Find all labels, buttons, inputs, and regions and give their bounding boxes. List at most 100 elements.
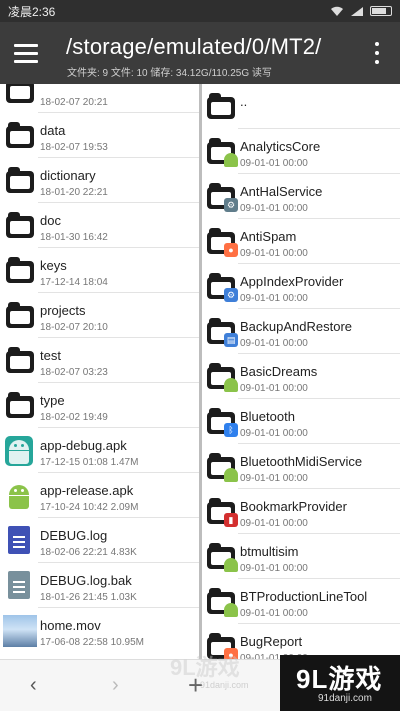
list-item[interactable]: ᛒ Bluetooth 09-01-01 00:00 bbox=[202, 399, 400, 444]
item-name: projects bbox=[40, 303, 86, 318]
item-meta: 09-01-01 00:00 bbox=[240, 608, 308, 619]
path-info: 文件夹: 9 文件: 10 储存: 34.12G/110.25G 读写 bbox=[67, 68, 272, 79]
list-item[interactable]: data 18-02-07 19:53 bbox=[0, 113, 199, 158]
list-item[interactable]: BasicDreams 09-01-01 00:00 bbox=[202, 354, 400, 399]
android-badge-icon bbox=[224, 378, 238, 392]
video-thumbnail bbox=[3, 615, 37, 647]
list-item[interactable]: app-debug.apk 17-12-15 01:08 1.47M bbox=[0, 428, 199, 473]
item-name: BluetoothMidiService bbox=[240, 454, 363, 469]
item-meta: 18-02-06 22:21 4.83K bbox=[40, 547, 137, 558]
list-item[interactable]: doc 18-01-30 16:42 bbox=[0, 203, 199, 248]
item-name: .. bbox=[240, 94, 248, 109]
backup-file-icon bbox=[8, 571, 30, 599]
list-item[interactable]: ▤ BackupAndRestore 09-01-01 00:00 bbox=[202, 309, 400, 354]
folder-icon: ▮ bbox=[207, 498, 238, 527]
right-file-pane[interactable]: .. AnalyticsCore 09-01-01 00:00 ⚙ AntHalServ… bbox=[202, 84, 400, 659]
item-name: app-debug.apk bbox=[40, 438, 127, 453]
folder-icon bbox=[6, 212, 34, 238]
item-name: BasicDreams bbox=[240, 364, 318, 379]
item-name: keys bbox=[40, 258, 67, 273]
item-meta: 18-02-07 20:21 bbox=[40, 97, 108, 108]
item-meta: 09-01-01 00:00 bbox=[240, 428, 308, 439]
list-item[interactable]: ● AntiSpam 09-01-01 00:00 bbox=[202, 219, 400, 264]
item-meta: 17-06-08 22:58 10.95M bbox=[40, 637, 144, 648]
folder-icon bbox=[6, 257, 34, 283]
item-name: test bbox=[40, 348, 61, 363]
list-item[interactable]: keys 17-12-14 18:04 bbox=[0, 248, 199, 293]
list-item[interactable]: btmultisim 09-01-01 00:00 bbox=[202, 534, 400, 579]
list-item[interactable]: home.mov 17-06-08 22:58 10.95M bbox=[0, 608, 199, 653]
list-item[interactable]: BluetoothMidiService 09-01-01 00:00 bbox=[202, 444, 400, 489]
folder-icon bbox=[6, 347, 34, 373]
wifi-icon bbox=[331, 6, 343, 16]
android-apk-icon bbox=[5, 436, 33, 466]
list-item[interactable]: 18-02-07 20:21 bbox=[0, 84, 199, 113]
current-path[interactable]: /storage/emulated/0/MT2/ bbox=[66, 34, 321, 60]
list-item[interactable]: DEBUG.log 18-02-06 22:21 4.83K bbox=[0, 518, 199, 563]
item-meta: 09-01-01 00:00 bbox=[240, 158, 308, 169]
item-name: dictionary bbox=[40, 168, 96, 183]
watermark-faint-site: 91danji.com bbox=[200, 680, 249, 690]
item-meta: 09-01-01 00:00 bbox=[240, 518, 308, 529]
item-name: Bluetooth bbox=[240, 409, 295, 424]
folder-icon: ● bbox=[207, 228, 238, 257]
folder-icon bbox=[6, 84, 34, 103]
item-name: DEBUG.log bbox=[40, 528, 108, 543]
list-item[interactable]: ⚙ AntHalService 09-01-01 00:00 bbox=[202, 174, 400, 219]
folder-icon bbox=[6, 302, 34, 328]
item-meta: 09-01-01 00:00 bbox=[240, 203, 308, 214]
item-name: BTProductionLineTool bbox=[240, 589, 368, 604]
item-meta: 18-02-07 03:23 bbox=[40, 367, 108, 378]
item-name: doc bbox=[40, 213, 61, 228]
item-name: data bbox=[40, 123, 66, 138]
status-bar: 凌晨2:36 bbox=[0, 0, 400, 22]
item-meta: 18-02-07 20:10 bbox=[40, 322, 108, 333]
gear-blue-badge-icon: ⚙ bbox=[224, 288, 238, 302]
watermark-logo: 9L游戏 91danji.com bbox=[280, 655, 400, 711]
back-button[interactable]: ‹ bbox=[30, 674, 37, 697]
item-name: AntHalService bbox=[240, 184, 323, 199]
folder-icon bbox=[6, 167, 34, 193]
list-item[interactable]: AnalyticsCore 09-01-01 00:00 bbox=[202, 129, 400, 174]
folder-icon bbox=[6, 122, 34, 148]
orange-badge-icon: ● bbox=[224, 243, 238, 257]
list-item[interactable]: ⚙ AppIndexProvider 09-01-01 00:00 bbox=[202, 264, 400, 309]
list-item[interactable]: DEBUG.log.bak 18-01-26 21:45 1.03K bbox=[0, 563, 199, 608]
signal-icon bbox=[351, 6, 363, 16]
item-meta: 09-01-01 00:00 bbox=[240, 293, 308, 304]
list-item[interactable]: BTProductionLineTool 09-01-01 00:00 bbox=[202, 579, 400, 624]
list-item[interactable]: dictionary 18-01-20 22:21 bbox=[0, 158, 199, 203]
more-options-icon[interactable] bbox=[370, 42, 384, 64]
item-meta: 18-01-30 16:42 bbox=[40, 232, 108, 243]
item-meta: 17-10-24 10:42 2.09M bbox=[40, 502, 139, 513]
left-file-pane[interactable]: 18-02-07 20:21 data 18-02-07 19:53 dictiona… bbox=[0, 84, 199, 659]
item-name: btmultisim bbox=[240, 544, 299, 559]
item-name: BugReport bbox=[240, 634, 303, 649]
log-file-icon bbox=[8, 526, 30, 554]
item-meta: 09-01-01 00:00 bbox=[240, 338, 308, 349]
menu-icon[interactable] bbox=[14, 38, 48, 68]
forward-button[interactable]: › bbox=[112, 674, 119, 697]
list-item[interactable]: app-release.apk 17-10-24 10:42 2.09M bbox=[0, 473, 199, 518]
item-meta: 09-01-01 00:00 bbox=[240, 248, 308, 259]
item-meta: 18-02-07 19:53 bbox=[40, 142, 108, 153]
item-meta: 18-02-02 19:49 bbox=[40, 412, 108, 423]
folder-icon bbox=[207, 588, 238, 617]
list-item[interactable]: ▮ BookmarkProvider 09-01-01 00:00 bbox=[202, 489, 400, 534]
list-item[interactable]: type 18-02-02 19:49 bbox=[0, 383, 199, 428]
blue-doc-badge-icon: ▤ bbox=[224, 333, 238, 347]
watermark-faint: 9L游戏 bbox=[170, 655, 240, 680]
folder-icon bbox=[6, 392, 34, 418]
list-item[interactable]: test 18-02-07 03:23 bbox=[0, 338, 199, 383]
folder-icon bbox=[207, 363, 238, 392]
item-name: AntiSpam bbox=[240, 229, 297, 244]
red-badge-icon: ▮ bbox=[224, 513, 238, 527]
watermark-brand: 9L游戏 bbox=[296, 664, 383, 694]
list-item[interactable]: projects 18-02-07 20:10 bbox=[0, 293, 199, 338]
list-item[interactable]: .. bbox=[202, 84, 400, 129]
folder-icon: ⚙ bbox=[207, 183, 238, 212]
item-name: type bbox=[40, 393, 65, 408]
item-meta: 09-01-01 00:00 bbox=[240, 563, 308, 574]
folder-icon: ⚙ bbox=[207, 273, 238, 302]
folder-icon: ᛒ bbox=[207, 408, 238, 437]
